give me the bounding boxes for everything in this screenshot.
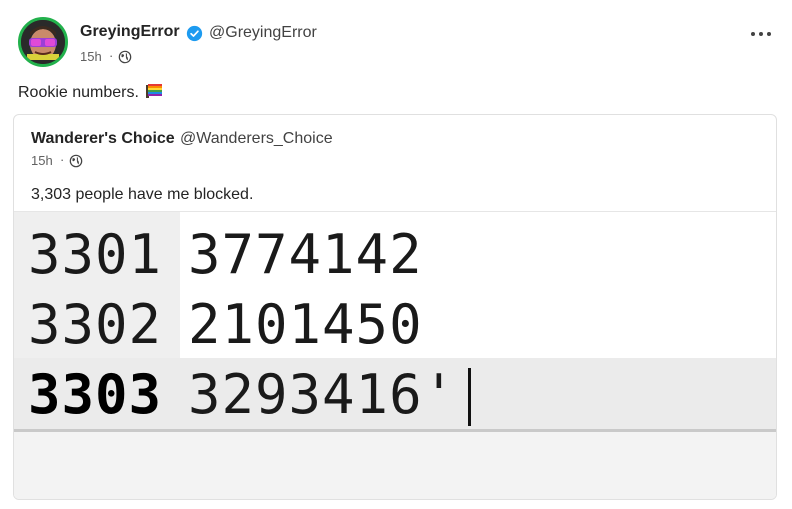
text-caret [468,368,471,426]
author-name[interactable]: GreyingError [80,23,180,41]
row-number: 3302 [28,293,163,356]
quoted-author-handle[interactable]: @Wanderers_Choice [180,130,333,148]
empty-area [14,432,776,499]
more-options-button[interactable] [748,22,774,44]
row-number: 3301 [28,223,163,286]
meta-separator: · [60,152,65,167]
meta-separator: · [109,48,114,63]
cell-value: 3774142 [188,223,423,286]
cell-value-selected: 3293416' [188,363,457,426]
more-dot [759,32,763,36]
quoted-author-name[interactable]: Wanderer's Choice [31,130,175,148]
social-post: GreyingError @GreyingError 15h · Rookie … [0,0,792,509]
author-avatar[interactable] [18,17,68,67]
verified-badge-icon [186,25,203,42]
globe-icon [69,154,83,168]
post-text: Rookie numbers. [18,84,139,101]
post-body: Rookie numbers. [18,83,163,102]
quoted-post-image[interactable]: 3301 3774142 3302 2101450 3303 3293416' [14,211,776,499]
row-number-selected: 3303 [28,363,163,426]
cell-value: 2101450 [188,293,423,356]
post-timestamp[interactable]: 15h [80,49,102,64]
more-dot [767,32,771,36]
quoted-post-text: 3,303 people have me blocked. [31,186,254,203]
quoted-timestamp[interactable]: 15h [31,153,53,168]
quoted-post[interactable]: Wanderer's Choice @Wanderers_Choice 15h … [13,114,777,500]
pride-flag-emoji-icon [146,84,163,98]
globe-icon [118,50,132,64]
author-handle[interactable]: @GreyingError [209,24,317,42]
more-dot [751,32,755,36]
avatar-image [21,20,65,64]
